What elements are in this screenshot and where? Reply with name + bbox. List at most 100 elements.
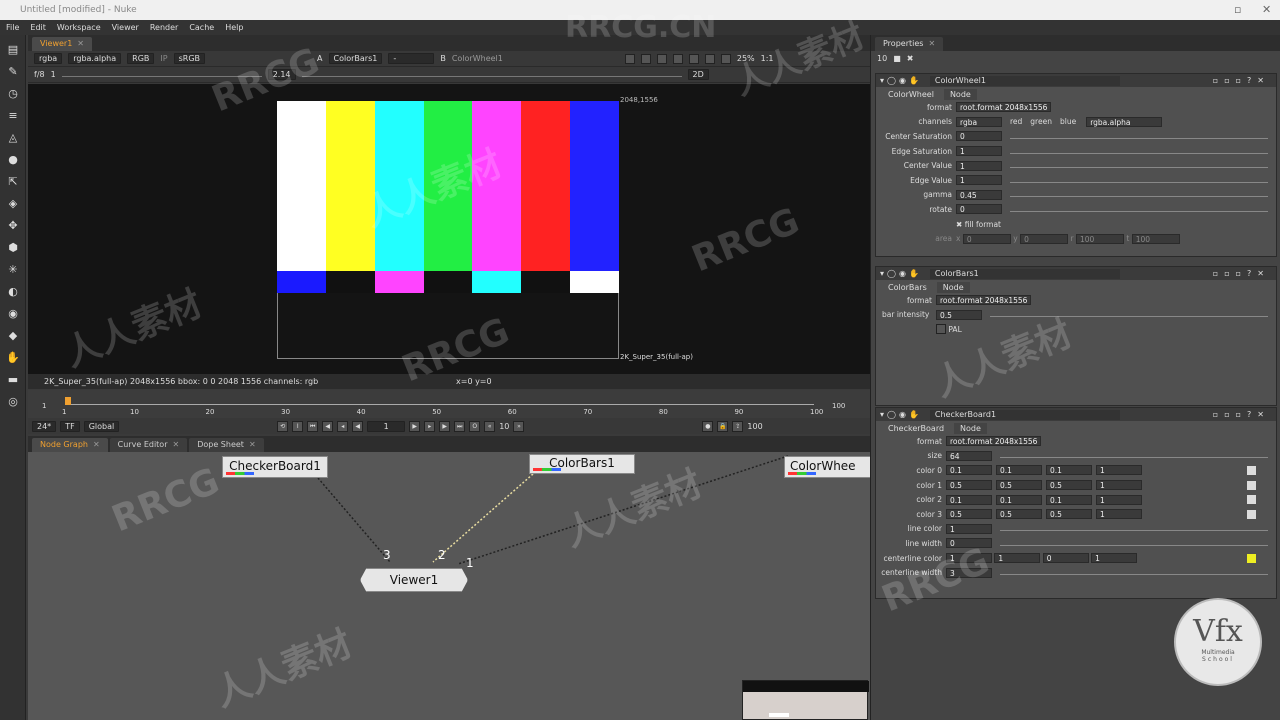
area-t-field[interactable]: 100	[1131, 233, 1180, 244]
input-a-dropdown[interactable]: ColorBars1	[328, 53, 383, 64]
area-r-field[interactable]: 100	[1075, 233, 1124, 244]
panel-window-buttons[interactable]: ▫▫▫?✕	[1213, 269, 1270, 278]
checker-color-field[interactable]: 0.1	[996, 494, 1042, 505]
tab-node[interactable]: Node	[943, 89, 977, 100]
step-back-button[interactable]: «	[484, 420, 496, 432]
centerline-g-field[interactable]: 1	[994, 553, 1041, 564]
timeline-end-2[interactable]: 100	[747, 422, 762, 431]
knob-field[interactable]: 1	[956, 160, 1002, 171]
ratio-dropdown[interactable]: 1:1	[761, 54, 774, 63]
tf-dropdown[interactable]: TF	[60, 420, 80, 432]
checker-color-field[interactable]: 0.5	[946, 509, 992, 520]
channel-red-checkbox[interactable]: red	[1010, 117, 1022, 126]
knob-slider[interactable]	[1010, 134, 1268, 139]
checker-color-field[interactable]: 0.1	[946, 465, 992, 476]
knob-slider[interactable]	[1010, 207, 1268, 212]
clear-icon[interactable]: ✖	[907, 54, 914, 63]
color-swatch[interactable]	[1247, 509, 1256, 519]
prev-frame-button[interactable]: ◂	[337, 420, 349, 432]
playhead-icon[interactable]	[65, 397, 71, 405]
size-slider[interactable]	[1000, 453, 1268, 459]
gain-value[interactable]: 1	[51, 70, 56, 79]
centerline-width-field[interactable]: 3	[946, 567, 992, 578]
checker-color-field[interactable]: 1	[1096, 465, 1142, 476]
centerline-r-field[interactable]: 1	[946, 553, 992, 564]
knob-slider[interactable]	[1010, 178, 1268, 183]
proxy-button[interactable]	[688, 53, 699, 64]
channel-blue-checkbox[interactable]: blue	[1060, 117, 1076, 126]
frame-field[interactable]: 1	[367, 420, 406, 432]
color-swatch[interactable]	[1247, 465, 1256, 475]
furnace-icon[interactable]: ◎	[6, 395, 20, 409]
gamma-field[interactable]: 2.14	[267, 69, 296, 80]
channel-green-checkbox[interactable]: green	[1030, 117, 1052, 126]
area-y-field[interactable]: 0	[1020, 233, 1069, 244]
play-forward-button[interactable]: ▶	[409, 420, 421, 432]
display-dropdown[interactable]: RGB	[127, 53, 155, 64]
node-colorbars[interactable]: ColorBars1	[529, 454, 635, 474]
next-frame-button[interactable]: ▸	[424, 420, 436, 432]
line-width-field[interactable]: 0	[946, 538, 992, 549]
area-x-field[interactable]: 0	[962, 233, 1011, 244]
gamma-slider[interactable]	[301, 72, 682, 77]
deep-icon[interactable]: ◐	[6, 285, 20, 299]
checker-color-field[interactable]: 1	[1096, 480, 1142, 491]
export-icon[interactable]: ⇪	[732, 420, 744, 432]
lock-icon[interactable]: 🔒	[717, 420, 729, 432]
max-panels-field[interactable]: 10	[877, 54, 887, 63]
checker-color-field[interactable]: 0.5	[996, 509, 1042, 520]
checkbox-icon[interactable]: ✖	[956, 220, 962, 229]
range-dropdown[interactable]: Global	[83, 420, 120, 432]
centerline-a-field[interactable]: 1	[1091, 553, 1138, 564]
menu-edit[interactable]: Edit	[30, 23, 46, 32]
menu-viewer[interactable]: Viewer	[112, 23, 139, 32]
node-icon[interactable]: ◉	[899, 76, 906, 85]
views-icon[interactable]: ◉	[6, 307, 20, 321]
tab-properties[interactable]: Properties ✕	[875, 37, 944, 51]
node-color-icon[interactable]: ◯	[887, 76, 896, 85]
line-width-slider[interactable]	[1000, 541, 1268, 546]
hand-icon[interactable]: ✋	[909, 410, 919, 419]
time-icon[interactable]: ◷	[6, 87, 20, 101]
knob-field[interactable]: root.format 2048x1556	[956, 102, 1052, 113]
centerline-b-field[interactable]: 0	[1042, 553, 1089, 564]
color-icon[interactable]: ◬	[6, 131, 20, 145]
zoom-dropdown[interactable]: 25%	[737, 54, 755, 63]
checker-color-field[interactable]: 0.5	[996, 480, 1042, 491]
collapse-icon[interactable]: ▾	[880, 410, 884, 419]
refresh-button[interactable]	[720, 53, 731, 64]
tab-node-graph[interactable]: Node Graph ✕	[32, 438, 108, 452]
checker-color-field[interactable]: 0.1	[1046, 494, 1092, 505]
merge-icon[interactable]: ◈	[6, 197, 20, 211]
node-color-icon[interactable]: ◯	[887, 269, 896, 278]
compare-op-dropdown[interactable]: -	[388, 53, 435, 64]
draw-icon[interactable]: ✎	[6, 65, 20, 79]
centerline-width-slider[interactable]	[1000, 570, 1268, 576]
tab-dope-sheet[interactable]: Dope Sheet ✕	[189, 438, 264, 452]
close-window-button[interactable]: ✕	[1262, 0, 1271, 20]
close-icon[interactable]: ✕	[77, 39, 84, 48]
panel-window-buttons[interactable]: ▫▫▫?✕	[1213, 76, 1270, 85]
last-frame-button[interactable]: ⏭	[454, 420, 466, 432]
filter-icon[interactable]: ●	[6, 153, 20, 167]
checker-color-field[interactable]: 0.1	[1046, 465, 1092, 476]
out-point-button[interactable]: O	[469, 420, 481, 432]
node-name-field[interactable]: ColorWheel1	[929, 75, 1120, 86]
pause-button[interactable]	[704, 53, 715, 64]
timeline-start[interactable]: 1	[42, 402, 46, 410]
tab-colorbars[interactable]: ColorBars	[882, 282, 933, 293]
bar-intensity-field[interactable]: 0.5	[936, 309, 982, 320]
knob-slider[interactable]	[1010, 149, 1268, 154]
line-color-field[interactable]: 1	[946, 523, 992, 534]
roi-button[interactable]	[624, 53, 635, 64]
play-backward-button[interactable]: ◀	[352, 420, 364, 432]
node-icon[interactable]: ◉	[899, 410, 906, 419]
lut-dropdown[interactable]: sRGB	[173, 53, 206, 64]
collapse-icon[interactable]: ▾	[880, 76, 884, 85]
tab-checkerboard[interactable]: CheckerBoard	[882, 423, 951, 434]
3d-icon[interactable]: ⬢	[6, 241, 20, 255]
in-point-button[interactable]: I	[292, 420, 304, 432]
loop-icon[interactable]: ⟲	[277, 420, 289, 432]
view-mode-dropdown[interactable]: 2D	[687, 69, 709, 80]
node-graph-canvas[interactable]: CheckerBoard1 ColorBars1 ColorWhee Viewe…	[28, 452, 870, 720]
